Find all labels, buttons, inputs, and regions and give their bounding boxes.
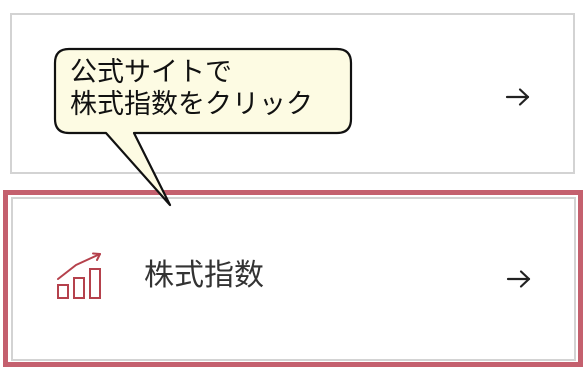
- callout-line-1: 公式サイトで: [70, 57, 232, 88]
- page: 株式指数 公式サイトで 株式指数をクリック: [0, 0, 588, 371]
- list-item-stock-index[interactable]: 株式指数: [11, 197, 576, 361]
- list-item-label: 株式指数: [144, 258, 264, 293]
- arrow-right-icon: [506, 270, 531, 288]
- callout-line-2: 株式指数をクリック: [70, 89, 313, 120]
- arrow-right-icon: [505, 88, 530, 106]
- callout-text: 公式サイトで 株式指数をクリック: [70, 57, 313, 121]
- bar-chart-trend-icon: [57, 252, 101, 299]
